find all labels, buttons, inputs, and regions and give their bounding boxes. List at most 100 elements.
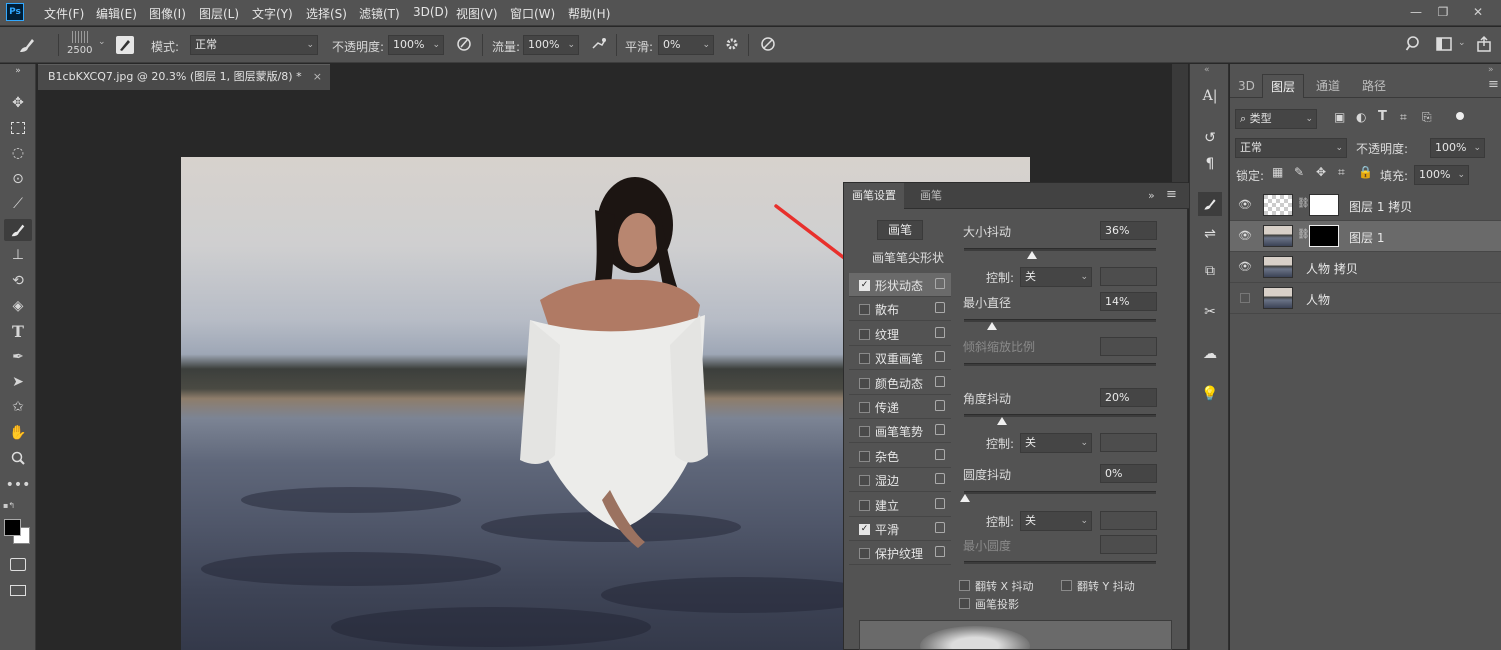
layer-row[interactable]: 人物	[1230, 283, 1501, 314]
menu-help[interactable]: 帮助(H)	[568, 5, 610, 22]
size-control-dropdown[interactable]: 关 ⌄	[1020, 267, 1092, 287]
zoom-tool-icon[interactable]	[4, 447, 32, 469]
minimize-button[interactable]: —	[1406, 3, 1426, 21]
brush-option-item[interactable]: 湿边	[849, 468, 951, 493]
layer-thumbnail[interactable]	[1263, 194, 1293, 216]
layer-thumbnail[interactable]	[1263, 256, 1293, 278]
chevron-down-icon[interactable]: ⌄	[1458, 38, 1466, 48]
size-jitter-field[interactable]: 36%	[1100, 221, 1157, 240]
menu-select[interactable]: 选择(S)	[306, 5, 347, 22]
size-jitter-thumb[interactable]	[1027, 251, 1037, 259]
workspace-icon[interactable]	[1434, 35, 1454, 57]
lock-icon[interactable]	[935, 497, 945, 509]
tab-channels[interactable]: 通道	[1308, 74, 1348, 98]
tab-layers[interactable]: 图层	[1262, 74, 1305, 98]
menu-window[interactable]: 窗口(W)	[510, 5, 555, 22]
brush-option-item[interactable]: 双重画笔	[849, 346, 951, 371]
flip-y-checkbox[interactable]	[1061, 580, 1072, 591]
lock-icon[interactable]	[935, 326, 945, 338]
more-tools-icon[interactable]: •••	[4, 474, 32, 496]
menu-edit[interactable]: 编辑(E)	[96, 5, 137, 22]
menu-image[interactable]: 图像(I)	[149, 5, 186, 22]
menu-filter[interactable]: 滤镜(T)	[359, 5, 400, 22]
brush-option-item[interactable]: 纹理	[849, 322, 951, 346]
brush-projection-checkbox[interactable]	[959, 598, 970, 609]
screen-mode-icon[interactable]	[4, 580, 32, 602]
restore-button[interactable]: ❐	[1433, 3, 1453, 21]
lock-icon[interactable]	[935, 375, 945, 387]
shape-tool-icon[interactable]: ✩	[4, 396, 32, 418]
lock-all-icon[interactable]: 🔒	[1358, 165, 1373, 179]
brushes-button[interactable]: 画笔	[877, 220, 923, 240]
search-icon[interactable]	[1404, 35, 1424, 57]
paint-bucket-tool-icon[interactable]: ◈	[4, 295, 32, 317]
panel-collapse-icon[interactable]: »	[1148, 189, 1155, 202]
menu-type[interactable]: 文字(Y)	[252, 5, 293, 22]
brush-option-checkbox[interactable]	[859, 304, 870, 316]
angle-jitter-slider[interactable]	[964, 414, 1156, 417]
libraries-panel-icon[interactable]: ☁	[1198, 342, 1222, 366]
collapse-icon[interactable]: «	[1204, 65, 1210, 75]
menu-3d[interactable]: 3D(D)	[413, 5, 448, 19]
roundness-jitter-slider[interactable]	[964, 491, 1156, 494]
layer-mask-thumbnail[interactable]	[1309, 194, 1339, 216]
lock-position-icon[interactable]: ✥	[1316, 165, 1326, 179]
layer-row[interactable]: 👁 人物 拷贝	[1230, 252, 1501, 283]
airbrush-icon[interactable]	[589, 35, 609, 57]
lock-transparent-icon[interactable]: ▦	[1272, 165, 1283, 179]
hand-tool-icon[interactable]: ✋	[4, 422, 32, 444]
lock-icon[interactable]	[935, 278, 945, 289]
brush-option-checkbox[interactable]	[859, 475, 870, 487]
marquee-tool-icon[interactable]	[4, 117, 32, 139]
brush-option-checkbox[interactable]	[859, 377, 870, 389]
path-selection-tool-icon[interactable]: ➤	[4, 371, 32, 393]
lock-icon[interactable]	[935, 448, 945, 460]
layer-mask-thumbnail[interactable]	[1309, 225, 1339, 247]
layers-empty-area[interactable]	[1230, 314, 1501, 650]
filter-adjustment-icon[interactable]: ◐	[1356, 110, 1366, 124]
tab-3d[interactable]: 3D	[1230, 74, 1263, 98]
filter-smart-object-icon[interactable]: ⎘	[1422, 110, 1432, 125]
brush-option-checkbox[interactable]: ✓	[859, 280, 870, 291]
document-tab[interactable]: B1cbKXCQ7.jpg @ 20.3% (图层 1, 图层蒙版/8) * ×	[38, 64, 330, 90]
share-icon[interactable]	[1474, 35, 1494, 57]
brush-option-checkbox[interactable]	[859, 548, 870, 560]
eye-icon[interactable]: 👁	[1238, 260, 1252, 274]
close-icon[interactable]: ×	[313, 65, 322, 89]
brush-option-checkbox[interactable]	[859, 450, 870, 462]
pressure-size-icon[interactable]	[758, 35, 778, 57]
brush-tool-icon[interactable]	[4, 219, 32, 241]
brush-option-item[interactable]: 颜色动态	[849, 371, 951, 395]
history-panel-icon[interactable]: ↺	[1198, 126, 1222, 150]
paragraph-panel-icon[interactable]: ¶	[1198, 152, 1222, 176]
pressure-opacity-icon[interactable]	[454, 35, 474, 57]
default-colors-icon[interactable]: ▪↰	[3, 501, 31, 511]
filter-type-icon[interactable]: T	[1378, 109, 1387, 124]
brush-option-checkbox[interactable]: ✓	[859, 524, 870, 535]
flip-x-checkbox[interactable]	[959, 580, 970, 591]
flow-field[interactable]: 100% ⌄	[523, 35, 579, 55]
layer-thumbnail[interactable]	[1263, 225, 1293, 247]
brush-option-item[interactable]: ✓ 平滑	[849, 517, 951, 541]
lock-icon[interactable]	[935, 424, 945, 436]
quick-selection-tool-icon[interactable]: ⊙	[4, 168, 32, 190]
min-diameter-field[interactable]: 14%	[1100, 292, 1157, 311]
lock-icon[interactable]	[935, 546, 945, 558]
menu-file[interactable]: 文件(F)	[44, 5, 84, 22]
lock-icon[interactable]	[935, 302, 945, 314]
lock-artboard-icon[interactable]: ⌗	[1338, 165, 1345, 180]
brush-option-item[interactable]: 传递	[849, 395, 951, 419]
visibility-toggle[interactable]	[1240, 293, 1250, 303]
fill-field[interactable]: 100% ⌄	[1414, 165, 1469, 185]
panel-menu-icon[interactable]: ≡	[1488, 77, 1499, 92]
chevron-down-icon[interactable]: ⌄	[98, 37, 106, 47]
stamp-tool-icon[interactable]: ⊥	[4, 244, 32, 266]
brush-settings-panel-icon[interactable]	[1198, 192, 1222, 216]
adjustments-panel-icon[interactable]: ⇌	[1198, 222, 1222, 246]
brush-option-item[interactable]: ✓ 形状动态	[849, 273, 951, 297]
brush-tip-shape[interactable]: 画笔笔尖形状	[872, 249, 944, 266]
size-jitter-slider[interactable]	[964, 248, 1156, 251]
opacity-field[interactable]: 100% ⌄	[388, 35, 444, 55]
roundness-control-dropdown[interactable]: 关 ⌄	[1020, 511, 1092, 531]
filter-toggle-icon[interactable]	[1456, 112, 1464, 120]
